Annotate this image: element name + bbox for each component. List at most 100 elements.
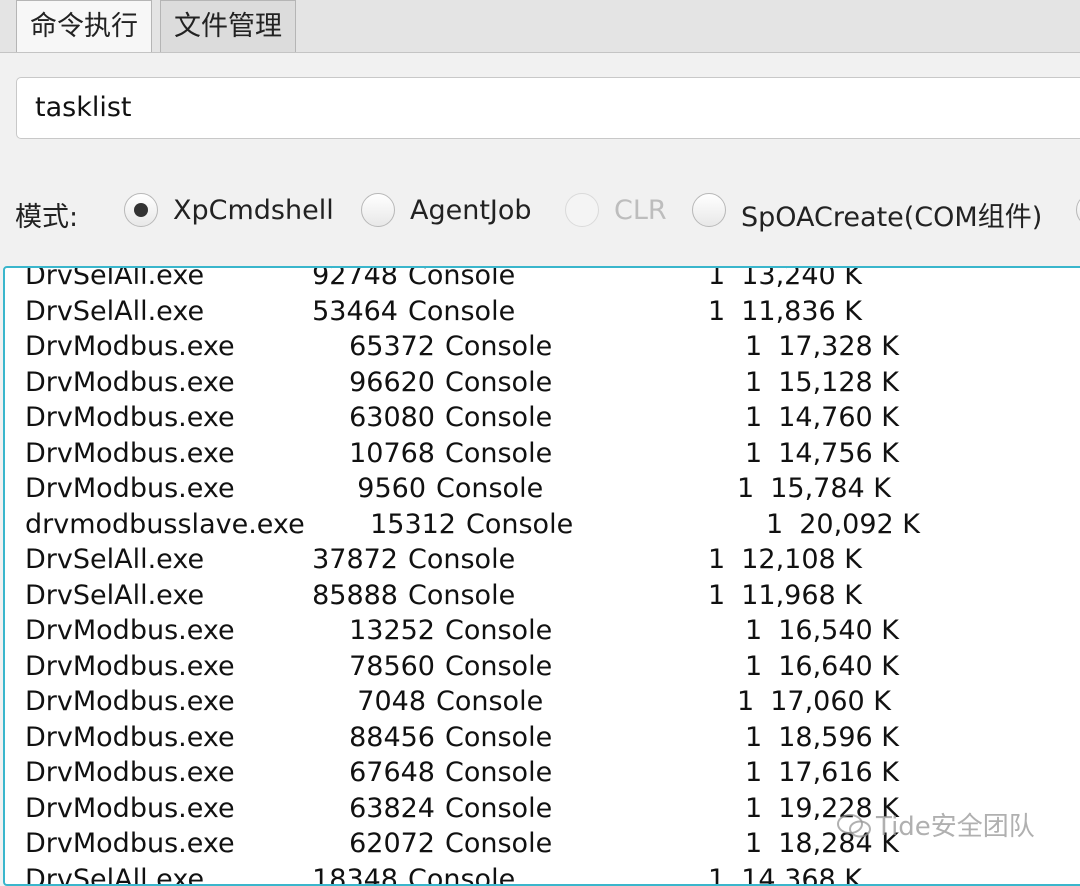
process-name: DrvModbus.exe [25, 331, 235, 362]
output-row: drvmodbusslave.exe15312Console120,092 K [5, 505, 1080, 541]
session-name: Console [408, 544, 515, 575]
command-output[interactable]: DrvSelAll.exe92748Console113,240 KDrvSel… [3, 266, 1080, 886]
process-name: DrvModbus.exe [25, 722, 235, 753]
tab-file-manager[interactable]: 文件管理 [160, 0, 296, 52]
process-name: DrvSelAll.exe [25, 864, 204, 886]
session-name: Console [445, 615, 552, 646]
process-name: DrvModbus.exe [25, 757, 235, 788]
mode-selector: 模式: XpCmdshell AgentJob CLR SpOACreate(C… [0, 185, 1080, 241]
session-name: Console [408, 266, 515, 291]
output-row: DrvModbus.exe67648Console117,616 K [5, 753, 1080, 789]
process-pid: 63824 [295, 793, 435, 824]
process-pid: 7048 [286, 686, 426, 717]
mem-usage: 17,328 K [749, 331, 899, 362]
output-row: DrvModbus.exe9560Console115,784 K [5, 469, 1080, 505]
process-name: DrvModbus.exe [25, 686, 235, 717]
process-pid: 18348 [258, 864, 398, 886]
session-name: Console [408, 296, 515, 327]
process-name: DrvSelAll.exe [25, 296, 204, 327]
output-row: DrvModbus.exe65372Console117,328 K [5, 327, 1080, 363]
command-input[interactable]: tasklist [16, 77, 1080, 139]
session-name: Console [466, 509, 573, 540]
radio-xpcmdshell-label[interactable]: XpCmdshell [173, 195, 334, 226]
process-pid: 88456 [295, 722, 435, 753]
watermark-text: Tide安全团队 [876, 812, 1035, 842]
output-row: DrvModbus.exe7048Console117,060 K [5, 682, 1080, 718]
mem-usage: 20,092 K [770, 509, 920, 540]
output-row: DrvSelAll.exe53464Console111,836 K [5, 292, 1080, 328]
watermark: Tide安全团队 [836, 806, 1035, 843]
session-name: Console [436, 473, 543, 504]
session-name: Console [445, 757, 552, 788]
process-name: DrvModbus.exe [25, 473, 235, 504]
process-name: drvmodbusslave.exe [25, 509, 305, 540]
process-name: DrvModbus.exe [25, 828, 235, 859]
session-name: Console [445, 828, 552, 859]
process-name: DrvSelAll.exe [25, 544, 204, 575]
output-row: DrvModbus.exe88456Console118,596 K [5, 718, 1080, 754]
output-lines: DrvSelAll.exe92748Console113,240 KDrvSel… [5, 266, 1080, 886]
process-pid: 78560 [295, 651, 435, 682]
process-pid: 65372 [295, 331, 435, 362]
radio-agentjob[interactable] [361, 193, 395, 227]
mem-usage: 14,756 K [749, 438, 899, 469]
process-pid: 37872 [258, 544, 398, 575]
output-row: DrvModbus.exe96620Console115,128 K [5, 363, 1080, 399]
wechat-icon [836, 813, 872, 839]
session-name: Console [408, 864, 515, 886]
mem-usage: 17,616 K [749, 757, 899, 788]
session-name: Console [436, 686, 543, 717]
mode-label: 模式: [15, 195, 78, 234]
process-pid: 9560 [286, 473, 426, 504]
tab-command-exec[interactable]: 命令执行 [16, 0, 152, 52]
mem-usage: 13,240 K [712, 266, 862, 291]
process-name: DrvModbus.exe [25, 438, 235, 469]
session-name: Console [445, 722, 552, 753]
process-pid: 10768 [295, 438, 435, 469]
process-pid: 63080 [295, 402, 435, 433]
process-name: DrvSelAll.exe [25, 266, 204, 291]
tab-bar: 命令执行 文件管理 [0, 0, 1080, 53]
output-row: DrvSelAll.exe85888Console111,968 K [5, 576, 1080, 612]
output-row: DrvModbus.exe63080Console114,760 K [5, 398, 1080, 434]
mem-usage: 11,836 K [712, 296, 862, 327]
output-row: DrvModbus.exe13252Console116,540 K [5, 611, 1080, 647]
process-name: DrvModbus.exe [25, 651, 235, 682]
radio-agentjob-label[interactable]: AgentJob [410, 195, 532, 226]
process-name: DrvModbus.exe [25, 793, 235, 824]
radio-clr [565, 193, 599, 227]
radio-spoacreate-label[interactable]: SpOACreate(COM组件) [741, 195, 1042, 234]
process-pid: 96620 [295, 367, 435, 398]
radio-spoacreate[interactable] [692, 193, 726, 227]
radio-extra[interactable] [1076, 193, 1080, 227]
output-row: DrvModbus.exe78560Console116,640 K [5, 647, 1080, 683]
process-pid: 15312 [316, 509, 456, 540]
session-name: Console [445, 331, 552, 362]
mem-usage: 16,640 K [749, 651, 899, 682]
radio-xpcmdshell[interactable] [124, 193, 158, 227]
session-name: Console [445, 367, 552, 398]
process-pid: 62072 [295, 828, 435, 859]
mem-usage: 18,596 K [749, 722, 899, 753]
session-name: Console [445, 651, 552, 682]
process-pid: 92748 [258, 266, 398, 291]
mem-usage: 16,540 K [749, 615, 899, 646]
output-row: DrvSelAll.exe18348Console114,368 K [5, 860, 1080, 886]
radio-clr-label: CLR [614, 195, 667, 226]
process-name: DrvModbus.exe [25, 367, 235, 398]
session-name: Console [445, 438, 552, 469]
mem-usage: 12,108 K [712, 544, 862, 575]
session-name: Console [408, 580, 515, 611]
mem-usage: 15,128 K [749, 367, 899, 398]
process-name: DrvSelAll.exe [25, 580, 204, 611]
session-name: Console [445, 793, 552, 824]
process-pid: 85888 [258, 580, 398, 611]
mem-usage: 14,760 K [749, 402, 899, 433]
output-row: DrvSelAll.exe37872Console112,108 K [5, 540, 1080, 576]
output-row: DrvModbus.exe10768Console114,756 K [5, 434, 1080, 470]
mem-usage: 15,784 K [741, 473, 891, 504]
mem-usage: 11,968 K [712, 580, 862, 611]
mem-usage: 17,060 K [741, 686, 891, 717]
process-pid: 13252 [295, 615, 435, 646]
process-name: DrvModbus.exe [25, 402, 235, 433]
